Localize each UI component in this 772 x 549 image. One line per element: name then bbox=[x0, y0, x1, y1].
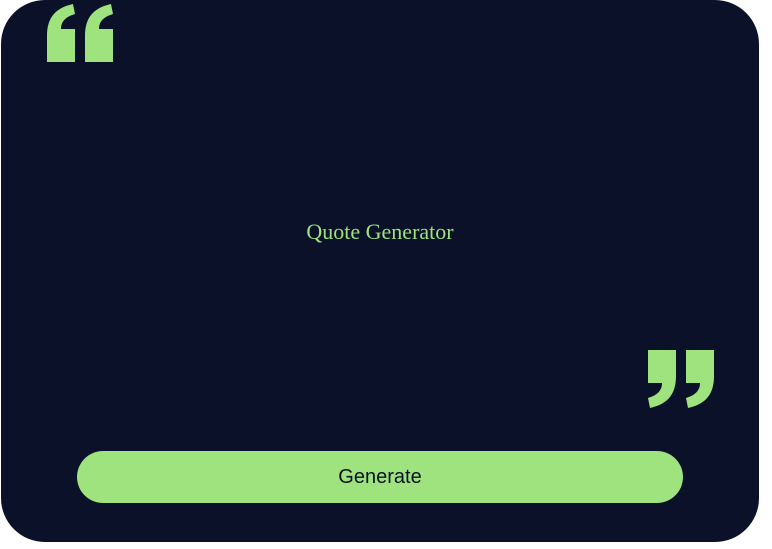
open-quote-icon bbox=[47, 4, 113, 62]
generate-button[interactable]: Generate bbox=[77, 451, 683, 503]
quote-card: Quote Generator Generate bbox=[1, 0, 759, 542]
close-quote-icon bbox=[648, 350, 714, 408]
quote-text: Quote Generator bbox=[306, 219, 454, 244]
